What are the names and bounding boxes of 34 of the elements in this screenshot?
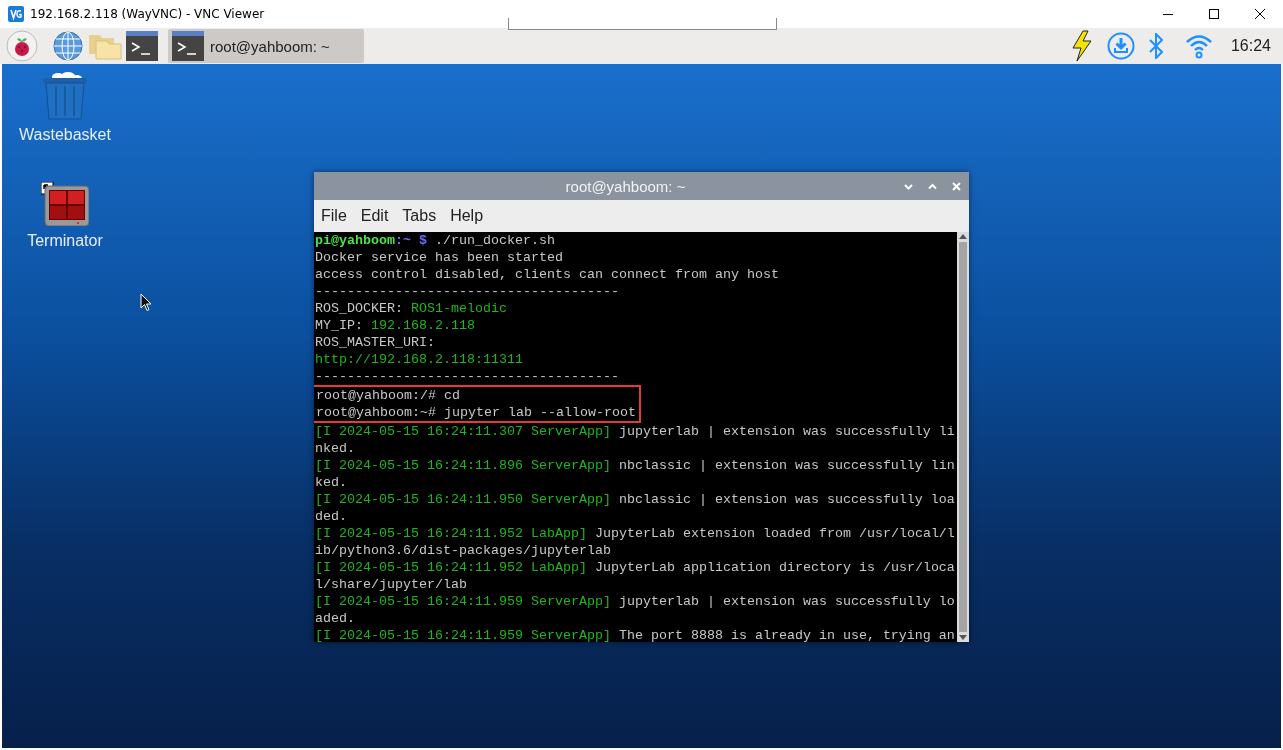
desktop-icon-label[interactable]: Terminator — [27, 232, 103, 250]
terminal-line: [I 2024-05-15 16:24:11.307 ServerApp] jupyterlab | extension was successfully li — [315, 423, 956, 440]
terminal-line: MY_IP: 192.168.2.118 — [315, 317, 476, 334]
terminal-line: root@yahboom:/# cd — [316, 387, 461, 404]
terminal-line: -------------------------------------- — [315, 283, 620, 300]
terminal-line: Docker service has been started — [315, 249, 564, 266]
terminal-line: ked. — [315, 474, 348, 491]
terminal-line: pi@yahboom:~ $ ./run_docker.sh — [315, 232, 556, 249]
terminal-line: http://192.168.2.118:11311 — [315, 351, 524, 368]
desktop-icon-label[interactable]: Wastebasket — [19, 126, 111, 144]
menu-item[interactable]: Edit — [353, 207, 396, 225]
clock: 16:24 — [1230, 37, 1271, 55]
window-title: root@yahboom: ~ — [564, 177, 687, 195]
terminal-line: [I 2024-05-15 16:24:11.959 ServerApp] jupyterlab | extension was successfully lo — [315, 593, 956, 610]
terminal-line: [I 2024-05-15 16:24:11.959 ServerApp] The port 8888 is already in use, trying an — [315, 627, 956, 642]
terminal-line: [I 2024-05-15 16:24:11.952 LabApp] JupyterLab extension loaded from /usr/local/l — [315, 525, 956, 542]
terminal-line: l/share/jupyter/lab — [315, 576, 468, 593]
menu-item[interactable]: Help — [443, 207, 491, 225]
terminal-line: ROS_MASTER_URI: — [315, 334, 436, 351]
terminal-line: ib/python3.6/dist-packages/jupyterlab — [315, 542, 612, 559]
window-title: 192.168.2.118 (WayVNC) - VNC Viewer — [30, 7, 266, 21]
menu-item[interactable]: Tabs — [395, 207, 444, 225]
terminal-line: ded. — [315, 508, 348, 525]
terminal-line: aded. — [315, 610, 356, 627]
terminal-line: ROS_DOCKER: ROS1-melodic — [315, 300, 508, 317]
terminal-line: [I 2024-05-15 16:24:11.950 ServerApp] nbclassic | extension was successfully loa — [315, 491, 956, 508]
terminal-line: [I 2024-05-15 16:24:11.952 LabApp] JupyterLab application directory is /usr/loca — [315, 559, 956, 576]
taskbar-button[interactable]: root@yahboom: ~ — [168, 29, 364, 63]
menu-item[interactable]: File — [314, 207, 354, 225]
terminal-line: -------------------------------------- — [315, 368, 620, 385]
terminal-line: root@yahboom:~# jupyter lab --allow-root — [316, 404, 637, 421]
terminal-line: [I 2024-05-15 16:24:11.896 ServerApp] nbclassic | extension was successfully lin — [315, 457, 956, 474]
terminal-line: nked. — [315, 440, 356, 457]
terminal-line: access control disabled, clients can connect from any host — [315, 266, 780, 283]
